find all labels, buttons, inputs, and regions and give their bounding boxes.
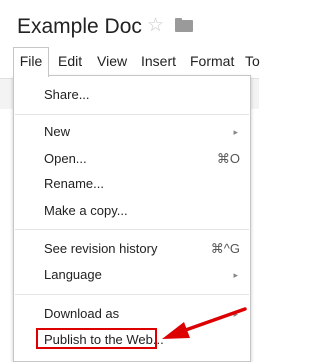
highlight-annotation bbox=[36, 328, 157, 349]
menu-item-label: Language bbox=[44, 267, 102, 282]
menu-tools[interactable]: To bbox=[245, 48, 260, 74]
submenu-arrow-icon: ▸ bbox=[233, 270, 238, 280]
menu-item-language[interactable]: Language ▸ bbox=[14, 263, 250, 287]
menu-item-label: Share... bbox=[44, 87, 90, 102]
menu-separator bbox=[15, 229, 249, 230]
menu-bar: File Edit View Insert Format To bbox=[0, 44, 260, 78]
menu-file[interactable]: File bbox=[13, 47, 49, 77]
menu-item-label: Rename... bbox=[44, 176, 104, 191]
star-icon[interactable]: ☆ bbox=[147, 14, 164, 38]
menu-item-revision-history[interactable]: See revision history ⌘^G bbox=[14, 237, 250, 261]
menu-item-label: See revision history bbox=[44, 241, 158, 256]
menu-item-label: New bbox=[44, 124, 71, 139]
menu-item-label: Download as bbox=[44, 306, 120, 321]
folder-icon[interactable] bbox=[175, 18, 193, 33]
menu-item-rename[interactable]: Rename... bbox=[14, 172, 250, 196]
menu-format[interactable]: Format bbox=[190, 48, 234, 74]
submenu-arrow-icon: ▸ bbox=[233, 127, 238, 137]
shortcut-label: ⌘O bbox=[216, 151, 240, 166]
menu-item-label: Make a copy... bbox=[44, 203, 128, 218]
document-title[interactable]: Example Doc bbox=[17, 13, 142, 41]
annotation-arrow-icon bbox=[162, 307, 247, 339]
shortcut-label: ⌘^G bbox=[210, 241, 240, 256]
menu-item-make-copy[interactable]: Make a copy... bbox=[14, 199, 250, 223]
menu-view[interactable]: View bbox=[97, 48, 127, 74]
menu-item-new[interactable]: New ▸ bbox=[14, 120, 250, 144]
menu-item-share[interactable]: Share... bbox=[14, 83, 250, 107]
menu-item-label: Open... bbox=[44, 151, 87, 166]
menu-item-open[interactable]: Open... ⌘O bbox=[14, 147, 250, 171]
menu-separator bbox=[15, 294, 249, 295]
menu-insert[interactable]: Insert bbox=[141, 48, 176, 74]
menu-separator bbox=[15, 114, 249, 115]
menu-edit[interactable]: Edit bbox=[58, 48, 82, 74]
